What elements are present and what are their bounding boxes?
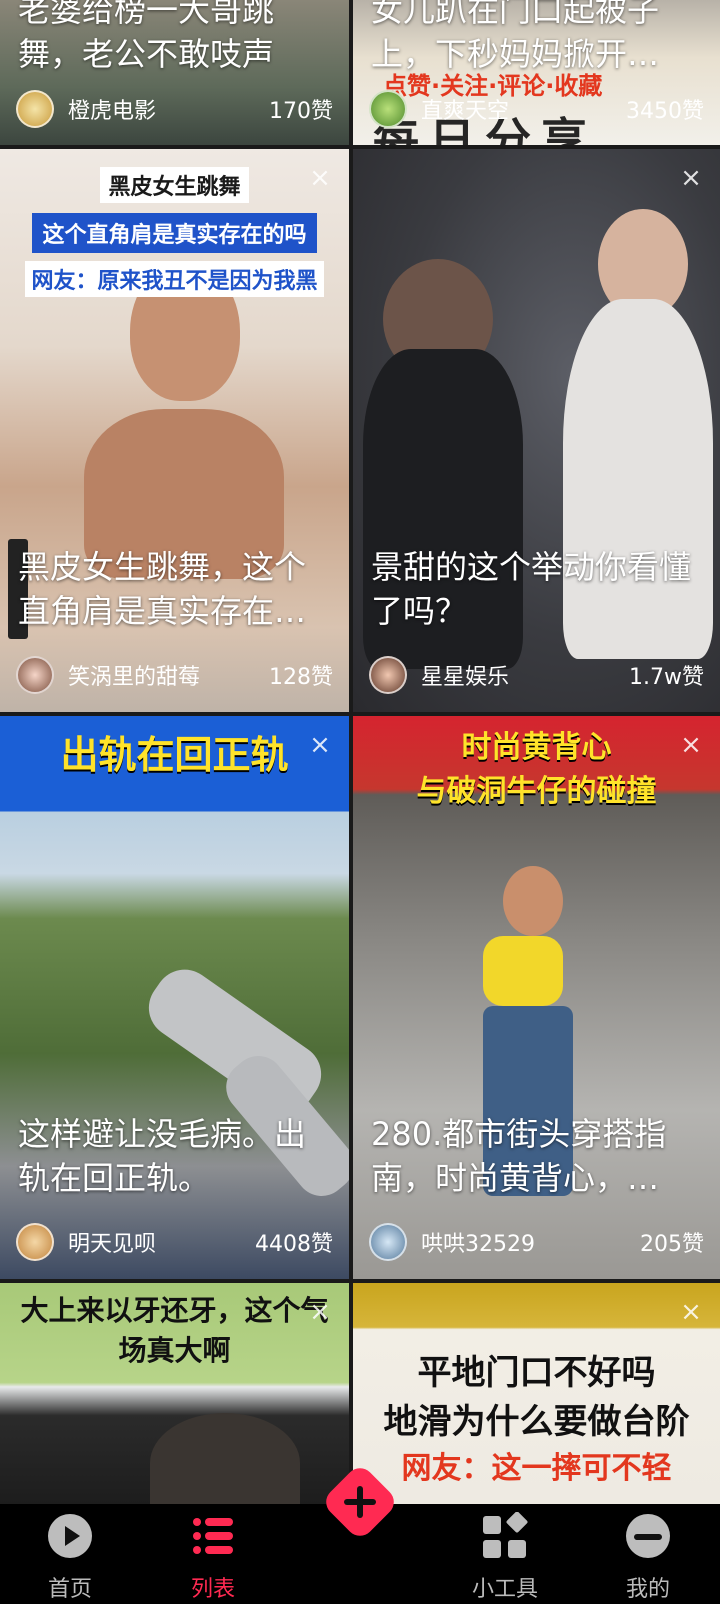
author-avatar[interactable] [369,90,407,128]
tab-list-label: 列表 [190,1577,235,1602]
bottom-nav: 首页 列表 小工具 我的 [0,1468,720,1604]
author-name[interactable]: 明天见呗 [68,1226,255,1258]
author-name[interactable]: 直爽天空 [421,93,626,125]
video-title: 这样避让没毛病。出轨在回正轨。 [18,1115,307,1197]
video-caption: 网友：这一摔可不轻 [401,1451,672,1486]
tools-grid-icon [483,1512,528,1558]
video-banner-line: 平地门口不好吗 [417,1353,656,1393]
video-card[interactable]: 点赞·关注·评论·收藏 每日分享 女儿趴在门口起被子上，下秒妈妈掀开… 直爽天空… [353,0,720,145]
close-icon[interactable]: × [680,165,702,191]
video-card[interactable]: 平地门口不好吗 地滑为什么要做台阶 网友：这一摔可不轻 × [353,1283,720,1504]
author-avatar[interactable] [369,1223,407,1261]
like-count: 205赞 [640,1232,704,1257]
author-avatar[interactable] [16,90,54,128]
video-banner-line: 这个直角肩是真实存在的吗 [32,213,317,253]
video-banner: 出轨在回正轨 [60,733,289,777]
video-banner-line: 与破洞牛仔的碰撞 [416,774,657,809]
video-card[interactable]: 老婆给榜一大哥跳舞，老公不敢吱声 橙虎电影 170赞 [0,0,349,145]
author-avatar[interactable] [16,656,54,694]
author-name[interactable]: 笑涡里的甜莓 [68,659,269,691]
video-title: 女儿趴在门口起被子上，下秒妈妈掀开… [371,0,660,73]
author-name[interactable]: 哄哄32529 [421,1226,640,1258]
tab-tools-label: 小工具 [471,1577,538,1602]
tab-me[interactable]: 我的 [598,1504,698,1604]
like-count: 4408赞 [255,1232,333,1257]
video-banner-line: 网友：原来我丑不是因为我黑 [25,261,324,297]
tab-tools[interactable]: 小工具 [455,1504,555,1604]
close-icon[interactable]: × [680,732,702,758]
video-card[interactable]: × 景甜的这个举动你看懂了吗？ 星星娱乐 1.7w赞 [353,149,720,712]
tab-home[interactable]: 首页 [20,1504,120,1604]
plus-icon [326,1468,394,1536]
tab-me-label: 我的 [625,1577,670,1602]
video-title: 景甜的这个举动你看懂了吗？ [371,548,692,630]
video-banner-line: 黑皮女生跳舞 [100,167,249,203]
video-banner-line: 时尚黄背心 [461,730,612,765]
add-button[interactable] [320,1462,400,1542]
video-title: 老婆给榜一大哥跳舞，老公不敢吱声 [18,0,275,73]
video-card[interactable]: 时尚黄背心 与破洞牛仔的碰撞 × 280.都市街头穿搭指南，时尚黄背心，… 哄哄… [353,716,720,1279]
like-count: 170赞 [269,99,333,124]
video-title: 280.都市街头穿搭指南，时尚黄背心，… [371,1115,667,1197]
video-card[interactable]: 出轨在回正轨 × 这样避让没毛病。出轨在回正轨。 明天见呗 4408赞 [0,716,349,1279]
author-avatar[interactable] [369,656,407,694]
video-thumbnail [150,1413,300,1504]
author-name[interactable]: 橙虎电影 [68,93,269,125]
video-thumbnail-top [483,936,563,1006]
tab-home-label: 首页 [47,1577,92,1602]
video-title: 黑皮女生跳舞，这个直角肩是真实存在… [18,548,307,630]
video-banner-line: 场真大啊 [118,1334,231,1367]
like-count: 128赞 [269,665,333,690]
close-icon[interactable]: × [309,1299,331,1325]
like-count: 1.7w赞 [629,665,704,690]
list-icon [193,1518,233,1554]
video-banner-line: 地滑为什么要做台阶 [383,1402,690,1442]
video-card[interactable]: 黑皮女生跳舞 这个直角肩是真实存在的吗 网友：原来我丑不是因为我黑 × 黑皮女生… [0,149,349,712]
video-thumbnail [503,866,563,936]
video-feed[interactable]: 老婆给榜一大哥跳舞，老公不敢吱声 橙虎电影 170赞 点赞·关注·评论·收藏 每… [0,0,720,1504]
play-icon [48,1514,92,1558]
close-icon[interactable]: × [309,165,331,191]
profile-icon [626,1514,670,1558]
author-name[interactable]: 星星娱乐 [421,659,629,691]
tab-list[interactable]: 列表 [163,1504,263,1604]
close-icon[interactable]: × [309,732,331,758]
video-banner-line: 大上来以牙还牙，这个气 [20,1294,329,1327]
close-icon[interactable]: × [680,1299,702,1325]
video-card[interactable]: 大上来以牙还牙，这个气 场真大啊 × [0,1283,349,1504]
author-avatar[interactable] [16,1223,54,1261]
like-count: 3450赞 [626,99,704,124]
